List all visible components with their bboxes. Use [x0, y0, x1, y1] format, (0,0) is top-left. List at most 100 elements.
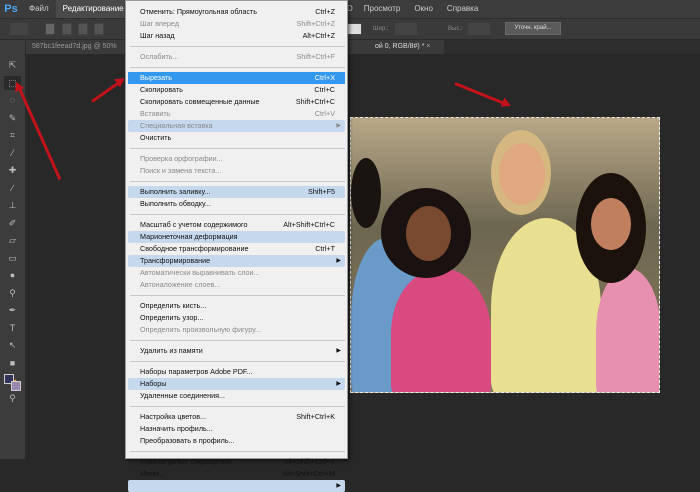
menu-item-label: Отменить: Прямоугольная область: [140, 7, 257, 16]
zoom-tool-icon[interactable]: ⚲: [4, 391, 21, 405]
photo-person-head: [351, 158, 381, 228]
menu-item[interactable]: Клавиатурные сокращения... Alt+Shift+Ctrl…: [128, 456, 345, 468]
menu-item-shortcut: Alt+Shift+Ctrl+K: [283, 457, 335, 466]
eyedropper-tool-icon[interactable]: ⁄: [4, 146, 21, 160]
menu-file[interactable]: Файл: [22, 0, 56, 18]
menu-item[interactable]: Марионеточная деформация: [128, 231, 345, 243]
menu-window[interactable]: Окно: [407, 0, 440, 18]
selection-subtract[interactable]: [78, 23, 88, 35]
menu-edit[interactable]: Редактирование: [55, 0, 131, 18]
menu-item-label: Масштаб с учетом содержимого: [140, 220, 248, 229]
gradient-tool-icon[interactable]: ▭: [4, 251, 21, 265]
photo-person: [596, 268, 659, 392]
menu-item[interactable]: Назначить профиль...: [128, 423, 345, 435]
shape-tool-icon[interactable]: ■: [4, 356, 21, 370]
options-bar: Шир.: Выс.:: [0, 18, 700, 40]
background-color-swatch[interactable]: [11, 381, 21, 391]
menu-item[interactable]: Вставить Ctrl+V: [128, 108, 345, 120]
close-tab-icon[interactable]: ×: [426, 43, 430, 50]
selection-add[interactable]: [62, 23, 72, 35]
menu-item-shortcut: Shift+Ctrl+K: [296, 412, 335, 421]
photo-person-face: [591, 198, 631, 250]
menu-item[interactable]: Выполнить заливку... Shift+F5: [128, 186, 345, 198]
menu-help[interactable]: Справка: [440, 0, 485, 18]
menu-separator: [130, 295, 345, 296]
height-label: Выс.:: [448, 26, 463, 32]
menu-item[interactable]: Автоматически выравнивать слои...: [128, 267, 345, 279]
menu-item-label: Определить узор...: [140, 313, 204, 322]
crop-tool-icon[interactable]: ⌗: [4, 128, 21, 142]
menu-item-label: Поиск и замена текста...: [140, 166, 222, 175]
menu-item-label: Выполнить обводку...: [140, 199, 211, 208]
menu-item[interactable]: Удалить из памяти ▶: [128, 345, 345, 357]
lasso-tool-icon[interactable]: ◌: [4, 93, 21, 107]
photo-person-face: [499, 143, 545, 205]
menu-item[interactable]: ▶: [128, 480, 345, 492]
menu-item-shortcut: Shift+F5: [308, 187, 335, 196]
refine-edge-button[interactable]: Уточн. край...: [505, 22, 561, 35]
photo-person-face: [406, 206, 451, 261]
menu-item[interactable]: Отменить: Прямоугольная область Ctrl+Z: [128, 6, 345, 18]
menu-item[interactable]: Наборы параметров Adobe PDF...: [128, 366, 345, 378]
menu-item[interactable]: Скопировать Ctrl+C: [128, 84, 345, 96]
move-tool-icon[interactable]: ⇱: [4, 58, 21, 72]
menu-item-label: Клавиатурные сокращения...: [140, 457, 237, 466]
menu-item[interactable]: Определить кисть...: [128, 300, 345, 312]
menu-item[interactable]: Определить узор...: [128, 312, 345, 324]
brush-tool-icon[interactable]: ∕: [4, 181, 21, 195]
menu-item[interactable]: Удаленные соединения...: [128, 390, 345, 402]
menu-item[interactable]: Меню... Alt+Shift+Ctrl+M: [128, 468, 345, 480]
height-input[interactable]: [468, 23, 490, 35]
healing-tool-icon[interactable]: ✚: [4, 163, 21, 177]
menu-view[interactable]: Просмотр: [357, 0, 408, 18]
menu-item[interactable]: Вырезать Ctrl+X: [128, 72, 345, 84]
stamp-tool-icon[interactable]: ⊥: [4, 198, 21, 212]
menu-item-label: Вставить: [140, 109, 171, 118]
menu-item[interactable]: Поиск и замена текста...: [128, 165, 345, 177]
menu-separator: [130, 361, 345, 362]
menu-item[interactable]: Ослабить... Shift+Ctrl+F: [128, 51, 345, 63]
menu-item[interactable]: Шаг вперед Shift+Ctrl+Z: [128, 18, 345, 30]
menu-item[interactable]: Настройка цветов... Shift+Ctrl+K: [128, 411, 345, 423]
menu-item-label: Удалить из памяти: [140, 346, 203, 355]
history-brush-tool-icon[interactable]: ✐: [4, 216, 21, 230]
menu-item-label: Меню...: [140, 469, 166, 478]
menu-item[interactable]: Автоналожение слоев...: [128, 279, 345, 291]
menu-item-shortcut: Alt+Shift+Ctrl+M: [282, 469, 335, 478]
selection-new[interactable]: [45, 23, 55, 35]
blur-tool-icon[interactable]: ●: [4, 268, 21, 282]
menu-item-shortcut: Ctrl+V: [314, 109, 335, 118]
menu-item[interactable]: Проверка орфографии...: [128, 153, 345, 165]
document-title: 587bc1feead7d.jpg @ 50%: [32, 43, 117, 50]
selection-intersect[interactable]: [94, 23, 104, 35]
menu-item-shortcut: Alt+Shift+Ctrl+C: [283, 220, 335, 229]
quick-selection-tool-icon[interactable]: ✎: [4, 111, 21, 125]
type-tool-icon[interactable]: T: [4, 321, 21, 335]
menu-item[interactable]: Скопировать совмещенные данные Shift+Ctrl…: [128, 96, 345, 108]
menu-item[interactable]: Наборы ▶: [128, 378, 345, 390]
menu-item[interactable]: Преобразовать в профиль...: [128, 435, 345, 447]
menu-item[interactable]: Очистить: [128, 132, 345, 144]
image-canvas[interactable]: [350, 117, 660, 393]
menu-item[interactable]: Масштаб с учетом содержимого Alt+Shift+Ct…: [128, 219, 345, 231]
menu-item[interactable]: Выполнить обводку...: [128, 198, 345, 210]
dodge-tool-icon[interactable]: ⚲: [4, 286, 21, 300]
menu-item-label: Шаг назад: [140, 31, 175, 40]
menu-item-label: Автоматически выравнивать слои...: [140, 268, 260, 277]
path-selection-tool-icon[interactable]: ↖: [4, 338, 21, 352]
menu-item[interactable]: Трансформирование ▶: [128, 255, 345, 267]
menu-item-shortcut: Ctrl+Z: [315, 7, 335, 16]
menu-item-shortcut: Ctrl+C: [314, 85, 335, 94]
width-input[interactable]: [395, 23, 417, 35]
menu-item[interactable]: Шаг назад Alt+Ctrl+Z: [128, 30, 345, 42]
pen-tool-icon[interactable]: ✒: [4, 303, 21, 317]
eraser-tool-icon[interactable]: ▱: [4, 233, 21, 247]
menu-separator: [130, 214, 345, 215]
menu-item[interactable]: Определить произвольную фигуру...: [128, 324, 345, 336]
menu-item-label: Трансформирование: [140, 256, 211, 265]
menu-item[interactable]: Специальная вставка ▶: [128, 120, 345, 132]
menu-separator: [130, 46, 345, 47]
menu-item[interactable]: Свободное трансформирование Ctrl+T: [128, 243, 345, 255]
marquee-preset[interactable]: [10, 23, 28, 35]
menu-item-label: Настройка цветов...: [140, 412, 207, 421]
